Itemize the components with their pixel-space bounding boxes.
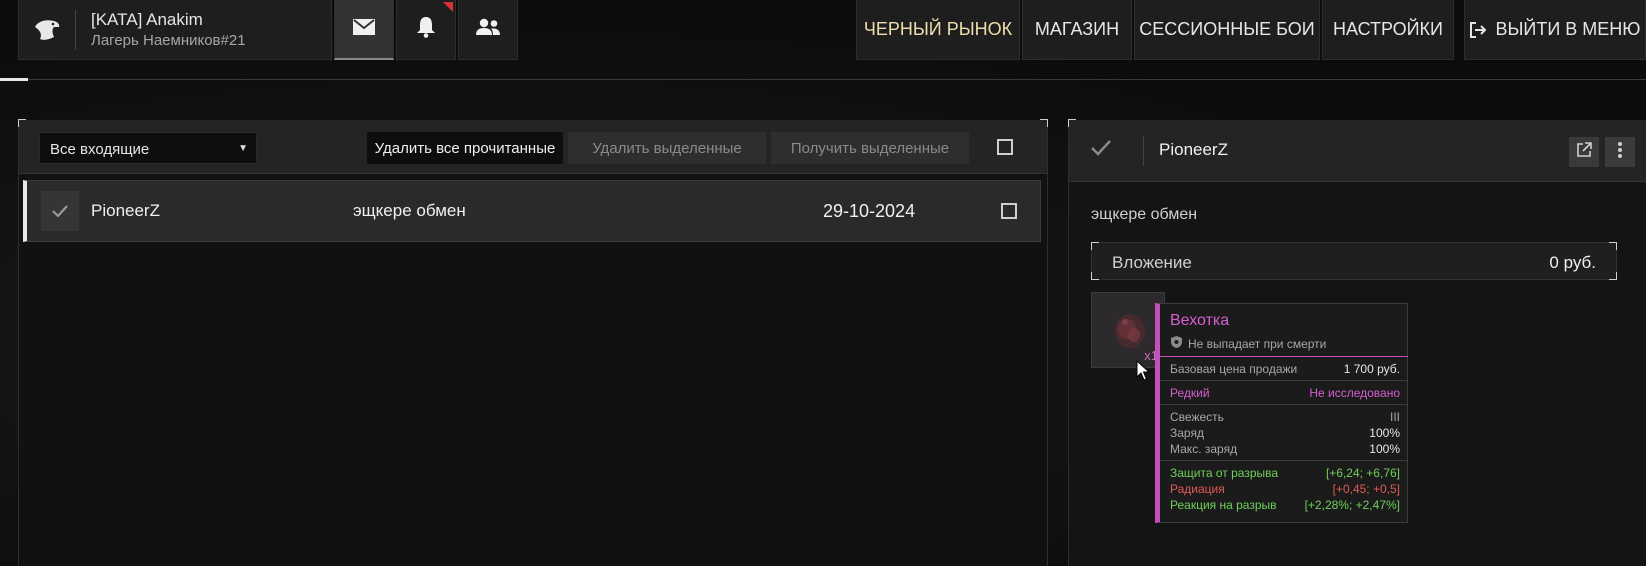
nav-black-market[interactable]: ЧЕРНЫЙ РЫНОК bbox=[856, 0, 1020, 60]
mail-button[interactable] bbox=[334, 0, 394, 60]
read-checkmark-icon bbox=[1091, 140, 1111, 161]
detail-subject: эщкере обмен bbox=[1091, 206, 1198, 223]
shield-icon bbox=[1170, 335, 1183, 352]
dropdown-arrow-icon: ▼ bbox=[238, 143, 248, 154]
inbox-toolbar: Все входящие ▼ Удалить все прочитанные У… bbox=[19, 120, 1047, 174]
bell-icon bbox=[416, 16, 436, 43]
notification-indicator bbox=[443, 2, 453, 12]
mail-sender: PioneerZ bbox=[91, 201, 160, 220]
top-bar-accent bbox=[0, 78, 28, 81]
vertical-dots-icon bbox=[1617, 141, 1623, 164]
bar-corner bbox=[1609, 272, 1617, 280]
tooltip-separator bbox=[1160, 380, 1408, 381]
stat-rupture-protection-value: [+6,24; +6,76] bbox=[1325, 466, 1400, 480]
freshness-value: III bbox=[1389, 410, 1400, 424]
tooltip-base-price-row: Базовая цена продажи 1 700 руб. bbox=[1170, 362, 1400, 376]
external-link-icon bbox=[1575, 141, 1593, 164]
attachment-bar: Вложение 0 руб. bbox=[1091, 242, 1617, 280]
friends-button[interactable] bbox=[458, 0, 518, 60]
nav-exit-menu-label: ВЫЙТИ В МЕНЮ bbox=[1495, 19, 1641, 39]
attachment-value: 0 руб. bbox=[1549, 253, 1596, 272]
base-price-value: 1 700 руб. bbox=[1343, 362, 1400, 376]
stat-radiation-label: Радиация bbox=[1170, 482, 1225, 496]
stat-rupture-protection-label: Защита от разрыва bbox=[1170, 466, 1279, 480]
attachment-label: Вложение bbox=[1112, 253, 1192, 272]
tooltip-charge-row: Заряд 100% bbox=[1170, 426, 1400, 440]
envelope-icon bbox=[353, 18, 375, 40]
charge-value: 100% bbox=[1369, 426, 1400, 440]
tooltip-freshness-row: Свежесть III bbox=[1170, 410, 1400, 424]
header-divider bbox=[1143, 136, 1144, 166]
inbox-panel: Все входящие ▼ Удалить все прочитанные У… bbox=[18, 119, 1048, 566]
mail-detail-header: PioneerZ bbox=[1069, 120, 1646, 182]
users-icon bbox=[475, 18, 501, 41]
tooltip-rarity-row: Редкий Не исследовано bbox=[1170, 386, 1400, 400]
max-charge-value: 100% bbox=[1369, 442, 1400, 456]
player-profile[interactable]: [KATA] Anakim Лагерь Наемников#21 bbox=[18, 0, 332, 60]
tooltip-stat-row: Радиация [+0,45; +0,5] bbox=[1170, 482, 1400, 496]
tooltip-item-name: Вехотка bbox=[1170, 312, 1230, 329]
top-bar: [KATA] Anakim Лагерь Наемников#21 ЧЕРНЫЙ… bbox=[0, 0, 1646, 81]
tooltip-max-charge-row: Макс. заряд 100% bbox=[1170, 442, 1400, 456]
bar-corner bbox=[1091, 242, 1099, 250]
open-external-button[interactable] bbox=[1569, 137, 1599, 167]
base-price-label: Базовая цена продажи bbox=[1170, 362, 1298, 376]
nav-session-battles[interactable]: СЕССИОННЫЕ БОИ bbox=[1134, 0, 1320, 60]
tooltip-separator bbox=[1160, 460, 1408, 461]
bar-corner bbox=[1091, 272, 1099, 280]
bar-corner bbox=[1609, 242, 1617, 250]
read-checkmark-icon bbox=[41, 191, 79, 231]
delete-selected-button[interactable]: Удалить выделенные bbox=[568, 132, 766, 164]
freshness-label: Свежесть bbox=[1170, 410, 1224, 424]
delete-read-button[interactable]: Удалить все прочитанные bbox=[367, 132, 563, 164]
top-bar-divider bbox=[0, 79, 1646, 80]
exit-icon bbox=[1469, 21, 1487, 39]
charge-label: Заряд bbox=[1170, 426, 1204, 440]
more-options-button[interactable] bbox=[1605, 137, 1635, 167]
max-charge-label: Макс. заряд bbox=[1170, 442, 1238, 456]
stat-rupture-reaction-label: Реакция на разрыв bbox=[1170, 498, 1277, 512]
detail-sender: PioneerZ bbox=[1159, 140, 1228, 159]
inbox-filter-select[interactable]: Все входящие ▼ bbox=[39, 132, 257, 164]
nav-settings[interactable]: НАСТРОЙКИ bbox=[1322, 0, 1454, 60]
tooltip-no-drop: Не выпадает при смерти bbox=[1170, 335, 1326, 352]
tooltip-separator bbox=[1160, 404, 1408, 405]
tooltip-stat-row: Защита от разрыва [+6,24; +6,76] bbox=[1170, 466, 1400, 480]
nav-shop[interactable]: МАГАЗИН bbox=[1022, 0, 1132, 60]
player-name: [KATA] Anakim bbox=[91, 10, 203, 29]
attachment-item-slot[interactable]: x1 bbox=[1091, 292, 1165, 368]
stat-rupture-reaction-value: [+2,28%; +2,47%] bbox=[1304, 498, 1400, 512]
select-all-checkbox[interactable] bbox=[997, 139, 1013, 155]
nav-exit-menu[interactable]: ВЫЙТИ В МЕНЮ bbox=[1464, 0, 1646, 60]
player-camp: Лагерь Наемников#21 bbox=[91, 32, 246, 49]
mail-list-item[interactable]: PioneerZ эщкере обмен 29-10-2024 bbox=[23, 180, 1041, 242]
mouse-cursor-icon bbox=[1136, 359, 1151, 387]
mail-date: 29-10-2024 bbox=[823, 201, 916, 221]
inbox-filter-value: Все входящие bbox=[50, 141, 150, 158]
item-tooltip: Вехотка Не выпадает при смерти Базовая ц… bbox=[1155, 303, 1408, 523]
rarity-label: Редкий bbox=[1170, 386, 1210, 400]
tooltip-no-drop-text: Не выпадает при смерти bbox=[1188, 336, 1327, 351]
tooltip-stat-row: Реакция на разрыв [+2,28%; +2,47%] bbox=[1170, 498, 1400, 512]
notifications-button[interactable] bbox=[396, 0, 456, 60]
mail-subject: эщкере обмен bbox=[353, 201, 466, 220]
eagle-logo-icon bbox=[31, 14, 63, 46]
receive-selected-button[interactable]: Получить выделенные bbox=[771, 132, 969, 164]
research-status: Не исследовано bbox=[1309, 386, 1400, 400]
mail-select-checkbox[interactable] bbox=[1001, 203, 1017, 219]
stat-radiation-value: [+0,45; +0,5] bbox=[1332, 482, 1400, 496]
profile-divider bbox=[75, 10, 76, 50]
tooltip-separator bbox=[1160, 356, 1408, 357]
